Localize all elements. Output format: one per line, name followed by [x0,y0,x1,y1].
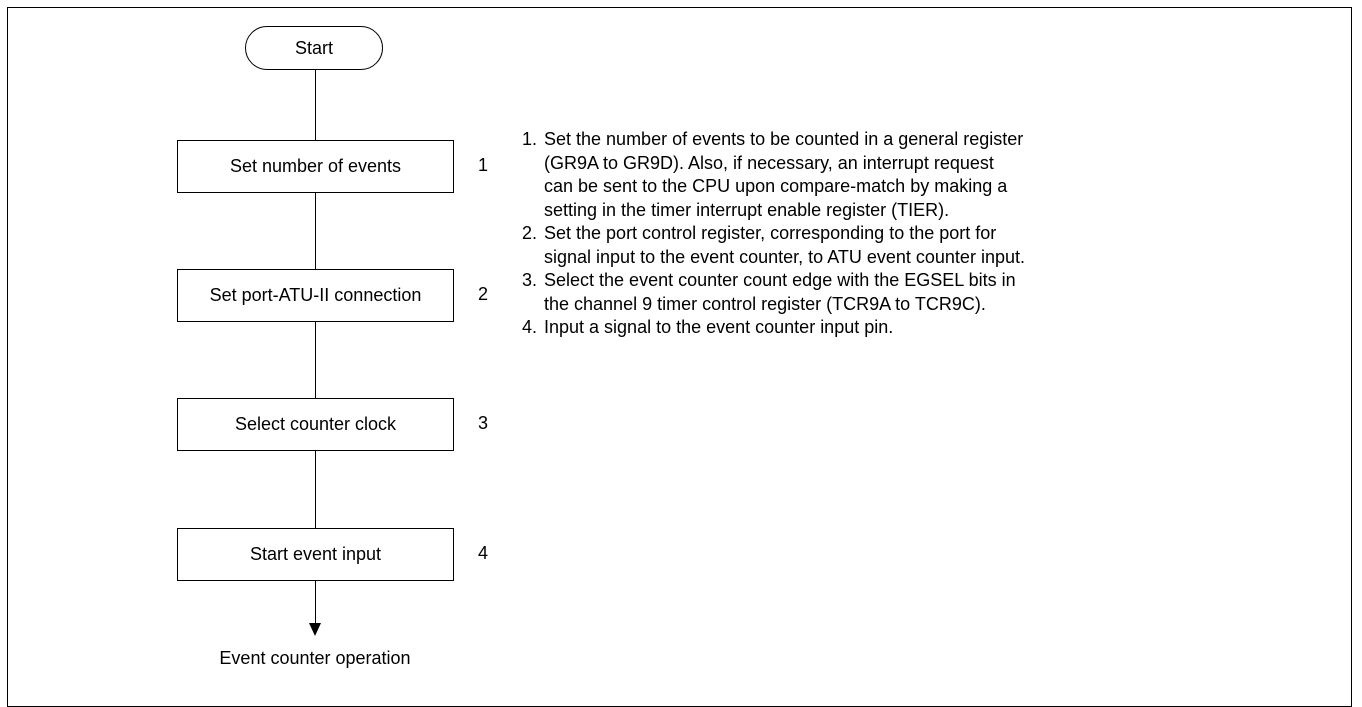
step-label: Set number of events [229,156,402,176]
connector-step4-end [315,581,316,625]
note-item: 1. Set the number of events to be counte… [522,128,1322,222]
note-item: 2. Set the port control register, corres… [522,222,1322,269]
note-number: 3. [522,270,538,290]
note-text: Input a signal to the event counter inpu… [544,317,894,337]
start-terminal: Start [245,26,383,70]
note-item: 4. Input a signal to the event counter i… [522,316,1322,340]
connector-step1-step2 [315,193,316,269]
end-label: Event counter operation [219,648,411,668]
step-number: 2 [477,284,488,304]
step-box-set-number-of-events: Set number of events [177,140,454,193]
step-label: Select counter clock [234,414,397,434]
diagram-frame [7,7,1352,707]
connector-start-step1 [315,70,316,140]
step-label: Start event input [249,544,382,564]
step-label: Set port-ATU-II connection [209,285,422,305]
step-number: 3 [477,413,488,433]
step-box-start-event-input: Start event input [177,528,454,581]
step-number: 4 [477,543,488,563]
notes-list: 1. Set the number of events to be counte… [522,128,1322,340]
note-number: 4. [522,317,538,337]
step-box-select-counter-clock: Select counter clock [177,398,454,451]
arrow-down-icon [309,623,321,636]
note-text: Set the port control register, correspon… [544,223,1025,267]
note-number: 2. [522,223,538,243]
step-box-set-port-connection: Set port-ATU-II connection [177,269,454,322]
connector-step2-step3 [315,322,316,398]
connector-step3-step4 [315,451,316,528]
step-number: 1 [477,155,488,175]
start-label: Start [294,37,333,58]
note-text: Select the event counter count edge with… [544,270,1016,314]
note-text: Set the number of events to be counted i… [544,129,1024,220]
note-item: 3. Select the event counter count edge w… [522,269,1322,316]
note-number: 1. [522,129,538,149]
